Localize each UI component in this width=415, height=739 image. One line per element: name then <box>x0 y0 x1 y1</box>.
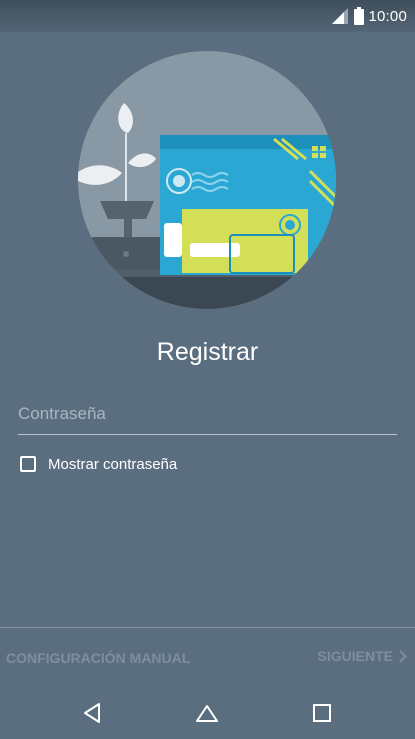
page-title: Registrar <box>156 338 259 366</box>
action-bar: CONFIGURACIÓN MANUAL SIGUIENTE <box>0 627 415 686</box>
status-icons: 10:00 <box>332 6 407 26</box>
mail-illustration <box>78 51 336 309</box>
password-field[interactable] <box>18 398 397 435</box>
chevron-right-icon <box>399 649 407 663</box>
home-icon[interactable] <box>195 701 219 725</box>
recents-icon[interactable] <box>310 701 334 725</box>
signal-icon <box>332 8 349 24</box>
status-time: 10:00 <box>368 7 407 25</box>
battery-icon <box>354 7 365 25</box>
show-password-option[interactable]: Mostrar contraseña <box>20 453 177 475</box>
show-password-label: Mostrar contraseña <box>48 455 178 473</box>
navigation-bar <box>0 685 415 739</box>
show-password-checkbox[interactable] <box>20 456 36 472</box>
password-input[interactable] <box>18 398 397 430</box>
status-bar: 10:00 <box>0 0 415 32</box>
next-button[interactable]: SIGUIENTE <box>318 648 407 664</box>
back-icon[interactable] <box>81 701 105 725</box>
manual-config-button[interactable]: CONFIGURACIÓN MANUAL <box>6 650 190 666</box>
next-label: SIGUIENTE <box>317 648 393 664</box>
